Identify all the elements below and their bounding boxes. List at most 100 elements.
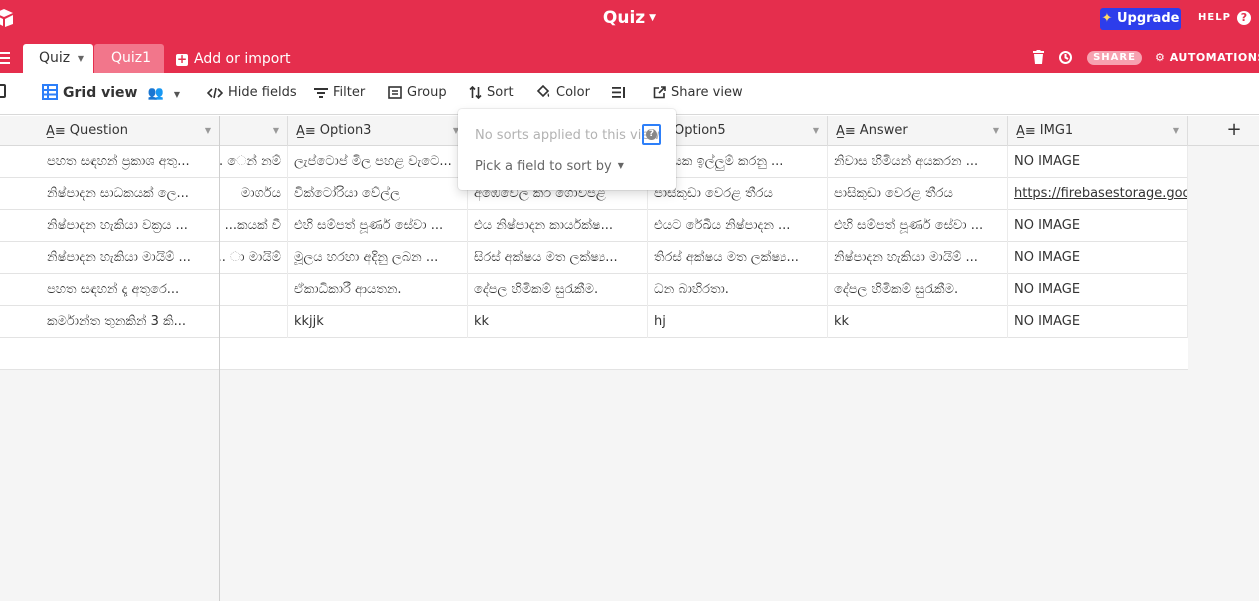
chevron-down-icon[interactable]: ▼ — [813, 116, 819, 146]
column-header-img1[interactable]: A̲≡ IMG1 ▼ — [1008, 116, 1188, 146]
cell-option2[interactable]: මාර්ගය — [220, 178, 288, 210]
tab-quiz[interactable]: Quiz ▼ — [23, 44, 93, 73]
cell-option5[interactable]: තිරස් අක්ෂය මත ලක්ෂ්‍ය... — [648, 242, 828, 274]
upgrade-button[interactable]: ✦ Upgrade — [1100, 8, 1181, 30]
column-header-answer[interactable]: A̲≡ Answer ▼ — [828, 116, 1008, 146]
row-height-button[interactable] — [612, 85, 631, 100]
chevron-down-icon[interactable]: ▼ — [1173, 116, 1179, 146]
help-link[interactable]: HELP — [1198, 12, 1231, 23]
cell-option3[interactable]: ඒකාධිකාරී ආයතන. — [288, 274, 468, 306]
group-icon — [388, 86, 402, 99]
table-row[interactable]: නිෂ්පාදන හැකියා වක්‍රය ... — [0, 210, 220, 242]
tab-quiz1-label: Quiz1 — [111, 50, 152, 66]
table-row[interactable]: පහත සඳහන් ප්‍රකාශ අතු... — [0, 146, 220, 178]
trash-icon[interactable] — [1033, 50, 1044, 64]
base-title[interactable]: Quiz ▼ — [0, 8, 1259, 28]
column-header-question[interactable]: A̲≡ Question ▼ — [38, 116, 220, 146]
cell-option4[interactable]: එය නිෂ්පාදන කාර්යක්ෂ... — [468, 210, 648, 242]
cell-option5[interactable]: hj — [648, 306, 828, 338]
cell-question[interactable]: නිෂ්පාදන සාධකයක් ලෙ... — [38, 178, 220, 210]
chevron-down-icon[interactable]: ▼ — [78, 44, 84, 73]
cell-option2[interactable]: ෙන් නම් ... — [220, 146, 288, 178]
help-icon[interactable]: ? — [1237, 11, 1251, 25]
cell-option2[interactable] — [220, 306, 288, 338]
table-row[interactable]: නිෂ්පාදන හැකියා මායිම් ... — [0, 242, 220, 274]
cell-option4[interactable]: දේපල හිමිකම් සුරැකීම. — [468, 274, 648, 306]
share-button[interactable]: SHARE — [1087, 51, 1142, 65]
cell-answer[interactable]: නිවාස හිමියන් අයකරන ... — [828, 146, 1008, 178]
hamburger-menu-icon[interactable] — [0, 52, 10, 64]
cell-img1[interactable]: NO IMAGE — [1008, 306, 1188, 338]
cell-option5[interactable]: ධන බාහිරතා. — [648, 274, 828, 306]
table-row[interactable]: කයක් වී... එහි සම්පත් පූර්ණ සේවා ... එය නි… — [220, 210, 1188, 242]
cell-answer[interactable]: එහි සම්පත් පූර්ණ සේවා ... — [828, 210, 1008, 242]
chevron-down-icon: ▼ — [173, 90, 181, 99]
cell-img1[interactable]: NO IMAGE — [1008, 274, 1188, 306]
cell-option4[interactable]: සිරස් අක්ෂය මත ලක්ෂ්‍ය... — [468, 242, 648, 274]
cell-option3[interactable]: kkjjk — [288, 306, 468, 338]
add-or-import-button[interactable]: + Add or import — [176, 51, 291, 67]
grid-view-switcher[interactable]: Grid view 👥 ▼ — [42, 84, 180, 101]
cell-option4[interactable]: kk — [468, 306, 648, 338]
cell-question[interactable]: කර්මාන්ත තුනකින් 3 කි... — [38, 306, 220, 338]
filter-button[interactable]: Filter — [314, 85, 365, 100]
cell-question[interactable]: පහත සඳහන් ප්‍රකාශ අතු... — [38, 146, 220, 178]
automations-button[interactable]: ⚙ AUTOMATIONS — [1155, 51, 1259, 64]
cell-answer[interactable]: දේපල හිමිකම් සුරැකීම. — [828, 274, 1008, 306]
tab-quiz1[interactable]: Quiz1 — [94, 44, 164, 73]
pick-sort-field-button[interactable]: Pick a field to sort by ▼ — [475, 159, 624, 174]
column-header-option3[interactable]: A̲≡ Option3 ▼ — [288, 116, 468, 146]
new-row-placeholder[interactable] — [0, 338, 220, 370]
table-row[interactable]: kkjjk kk hj kk NO IMAGE — [220, 306, 1188, 338]
cell-question[interactable]: පහත සඳහන් දෑ අතුරෙ... — [38, 274, 220, 306]
table-row[interactable]: පහත සඳහන් දෑ අතුරෙ... — [0, 274, 220, 306]
sparkle-icon: ✦ — [1101, 11, 1113, 26]
table-row[interactable]: ා මායිම් ...මූලය හරහා අදිනු ලබන ...සිරස්… — [220, 242, 1188, 274]
top-bar: Quiz ▼ ✦ Upgrade HELP ? Quiz ▼ Quiz1 + Add … — [0, 0, 1259, 73]
cell-option2[interactable]: කයක් වී... — [220, 210, 288, 242]
airtable-logo-icon[interactable] — [0, 8, 14, 28]
cell-answer[interactable]: නිෂ්පාදන හැකියා මායිම් ... — [828, 242, 1008, 274]
cell-answer[interactable]: kk — [828, 306, 1008, 338]
cell-option3[interactable]: වික්ටෝරියා වේල්ල — [288, 178, 468, 210]
cell-img1[interactable]: NO IMAGE — [1008, 242, 1188, 274]
color-label: Color — [556, 85, 590, 100]
chevron-down-icon[interactable]: ▼ — [205, 116, 211, 146]
cell-option3[interactable]: එහි සම්පත් පූර්ණ සේවා ... — [288, 210, 468, 242]
cell-option2[interactable] — [220, 274, 288, 306]
row-height-icon — [612, 87, 625, 98]
cell-answer[interactable]: පාසිකුඩා වෙරළ තීරය — [828, 178, 1008, 210]
color-button[interactable]: Color — [536, 84, 590, 100]
table-row[interactable]: ඒකාධිකාරී ආයතන. දේපල හිමිකම් සුරැකීම. ධන බ… — [220, 274, 1188, 306]
column-header-option2[interactable]: ▼ — [220, 116, 288, 146]
chevron-down-icon: ▼ — [649, 13, 657, 23]
table-row[interactable]: කර්මාන්ත තුනකින් 3 කි... — [0, 306, 220, 338]
add-field-button[interactable]: + — [1226, 116, 1242, 146]
cell-question[interactable]: නිෂ්පාදන හැකියා මායිම් ... — [38, 242, 220, 274]
cell-option3[interactable]: ලැප්ටොප් මිල පහළ වැටෙ... — [288, 146, 468, 178]
frozen-column-divider[interactable] — [219, 116, 220, 601]
grid-icon — [42, 84, 58, 100]
cell-option2[interactable]: ා මායිම් ... — [220, 242, 288, 274]
cell-img1[interactable]: NO IMAGE — [1008, 210, 1188, 242]
sort-label: Sort — [487, 85, 514, 100]
sidebar-toggle-icon[interactable] — [0, 84, 6, 98]
share-view-button[interactable]: Share view — [653, 85, 743, 100]
external-link-icon — [653, 86, 666, 99]
history-icon[interactable] — [1058, 50, 1073, 65]
cell-img1[interactable]: https://firebasestorage.goo... — [1008, 178, 1188, 210]
table-row[interactable]: නිෂ්පාදන සාධකයක් ලෙ... — [0, 178, 220, 210]
sort-button[interactable]: Sort — [469, 85, 514, 100]
new-row-placeholder[interactable] — [220, 338, 1188, 370]
hide-fields-button[interactable]: Hide fields — [206, 85, 297, 100]
cell-img1[interactable]: NO IMAGE — [1008, 146, 1188, 178]
chevron-down-icon[interactable]: ▼ — [273, 116, 279, 146]
cell-option3[interactable]: මූලය හරහා අදිනු ලබන ... — [288, 242, 468, 274]
table-row[interactable]: මාර්ගය වික්ටෝරියා වේල්ල අඹෙවෙල කිරි ගොවිපළ… — [220, 178, 1188, 210]
group-button[interactable]: Group — [388, 85, 447, 100]
sort-help-button[interactable]: ? — [642, 124, 661, 145]
table-row[interactable]: ෙන් නම් ...ලැප්ටොප් මිල පහළ වැටෙ...ෂ්ඩයක… — [220, 146, 1188, 178]
cell-option5[interactable]: එයට රේඛීය නිෂ්පාදන ... — [648, 210, 828, 242]
chevron-down-icon[interactable]: ▼ — [993, 116, 999, 146]
cell-question[interactable]: නිෂ්පාදන හැකියා වක්‍රය ... — [38, 210, 220, 242]
